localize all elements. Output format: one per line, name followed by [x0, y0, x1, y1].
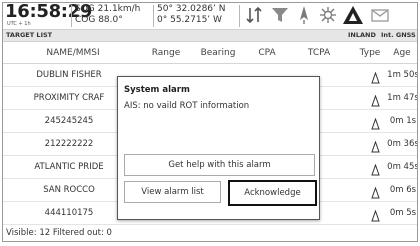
column-header-bearing[interactable]: Bearing: [193, 43, 243, 63]
view-alarm-list-button[interactable]: View alarm list: [124, 181, 221, 203]
divider: [71, 5, 72, 27]
system-alarm-dialog: System alarm AIS: no vaild ROT informati…: [117, 76, 320, 220]
row-age: 1m 47s: [387, 93, 418, 103]
ais-triangle-icon: [371, 184, 380, 203]
row-age: 0m 6s: [389, 185, 417, 195]
row-name: DUBLIN FISHER: [36, 70, 102, 80]
ais-triangle-icon: [371, 207, 380, 226]
utc-offset: UTC + 1h: [7, 21, 31, 27]
row-name: SAN ROCCO: [43, 185, 95, 195]
column-header-tcpa[interactable]: TCPA: [299, 43, 339, 63]
mode-indicator: INLAND: [348, 31, 376, 39]
row-age: 0m 1s: [389, 116, 417, 126]
light-icon[interactable]: [318, 5, 338, 25]
ais-triangle-icon: [371, 138, 380, 157]
row-name: ATLANTIC PRIDE: [34, 162, 104, 172]
alarm-message: AIS: no vaild ROT information: [124, 101, 250, 111]
row-age: 0m 45s: [387, 162, 418, 172]
latitude: 50° 32.0286’ N: [157, 4, 226, 14]
sog-value: SOG 21.1km/h: [75, 4, 141, 14]
row-name: PROXIMITY CRAF: [33, 93, 105, 103]
acknowledge-button[interactable]: Acknowledge: [228, 180, 317, 206]
get-help-button[interactable]: Get help with this alarm: [124, 154, 315, 176]
gnss-indicator: Int. GNSS: [381, 31, 416, 39]
divider: [153, 5, 154, 27]
dialog-title: System alarm: [124, 85, 190, 95]
target-list-screen: 16:58:29 UTC + 1h SOG 21.1km/h COG 88.0°…: [2, 2, 418, 242]
position-readout: 50° 32.0286’ N 0° 55.2715’ W: [157, 4, 225, 26]
alarm-triangle-icon[interactable]: [342, 5, 364, 25]
row-age: 0m 36s: [387, 139, 418, 149]
title-bar: TARGET LIST INLAND Int. GNSS: [3, 29, 417, 42]
divider: [239, 5, 240, 27]
table-header: NAME/MMSI Range Bearing CPA TCPA Type Ag…: [3, 43, 417, 64]
longitude: 0° 55.2715’ W: [157, 15, 222, 25]
ais-triangle-icon: [371, 69, 380, 88]
page-title: TARGET LIST: [6, 31, 53, 39]
ais-triangle-icon: [371, 115, 380, 134]
column-header-age[interactable]: Age: [387, 43, 417, 63]
status-bar: 16:58:29 UTC + 1h SOG 21.1km/h COG 88.0°…: [3, 3, 417, 29]
row-name: 212222222: [44, 139, 94, 149]
ais-target-icon[interactable]: [294, 5, 314, 25]
column-header-type[interactable]: Type: [355, 43, 385, 63]
row-age: 0m 5s: [389, 208, 417, 218]
column-header-range[interactable]: Range: [141, 43, 191, 63]
list-summary: Visible: 12 Filtered out: 0: [6, 228, 112, 238]
heading-arrows-icon[interactable]: [244, 5, 264, 25]
ais-triangle-icon: [371, 92, 380, 111]
sog-cog-readout: SOG 21.1km/h COG 88.0°: [75, 4, 140, 26]
column-header-cpa[interactable]: CPA: [247, 43, 287, 63]
row-name: 245245245: [44, 116, 94, 126]
ais-triangle-icon: [371, 161, 380, 180]
message-envelope-icon[interactable]: [370, 5, 390, 25]
row-name: 444110175: [44, 208, 94, 218]
filter-icon[interactable]: [270, 5, 290, 25]
clock: 16:58:29 UTC + 1h: [5, 3, 92, 29]
cog-value: COG 88.0°: [75, 15, 123, 25]
row-age: 1m 50s: [387, 70, 418, 80]
column-header-name[interactable]: NAME/MMSI: [23, 43, 123, 63]
